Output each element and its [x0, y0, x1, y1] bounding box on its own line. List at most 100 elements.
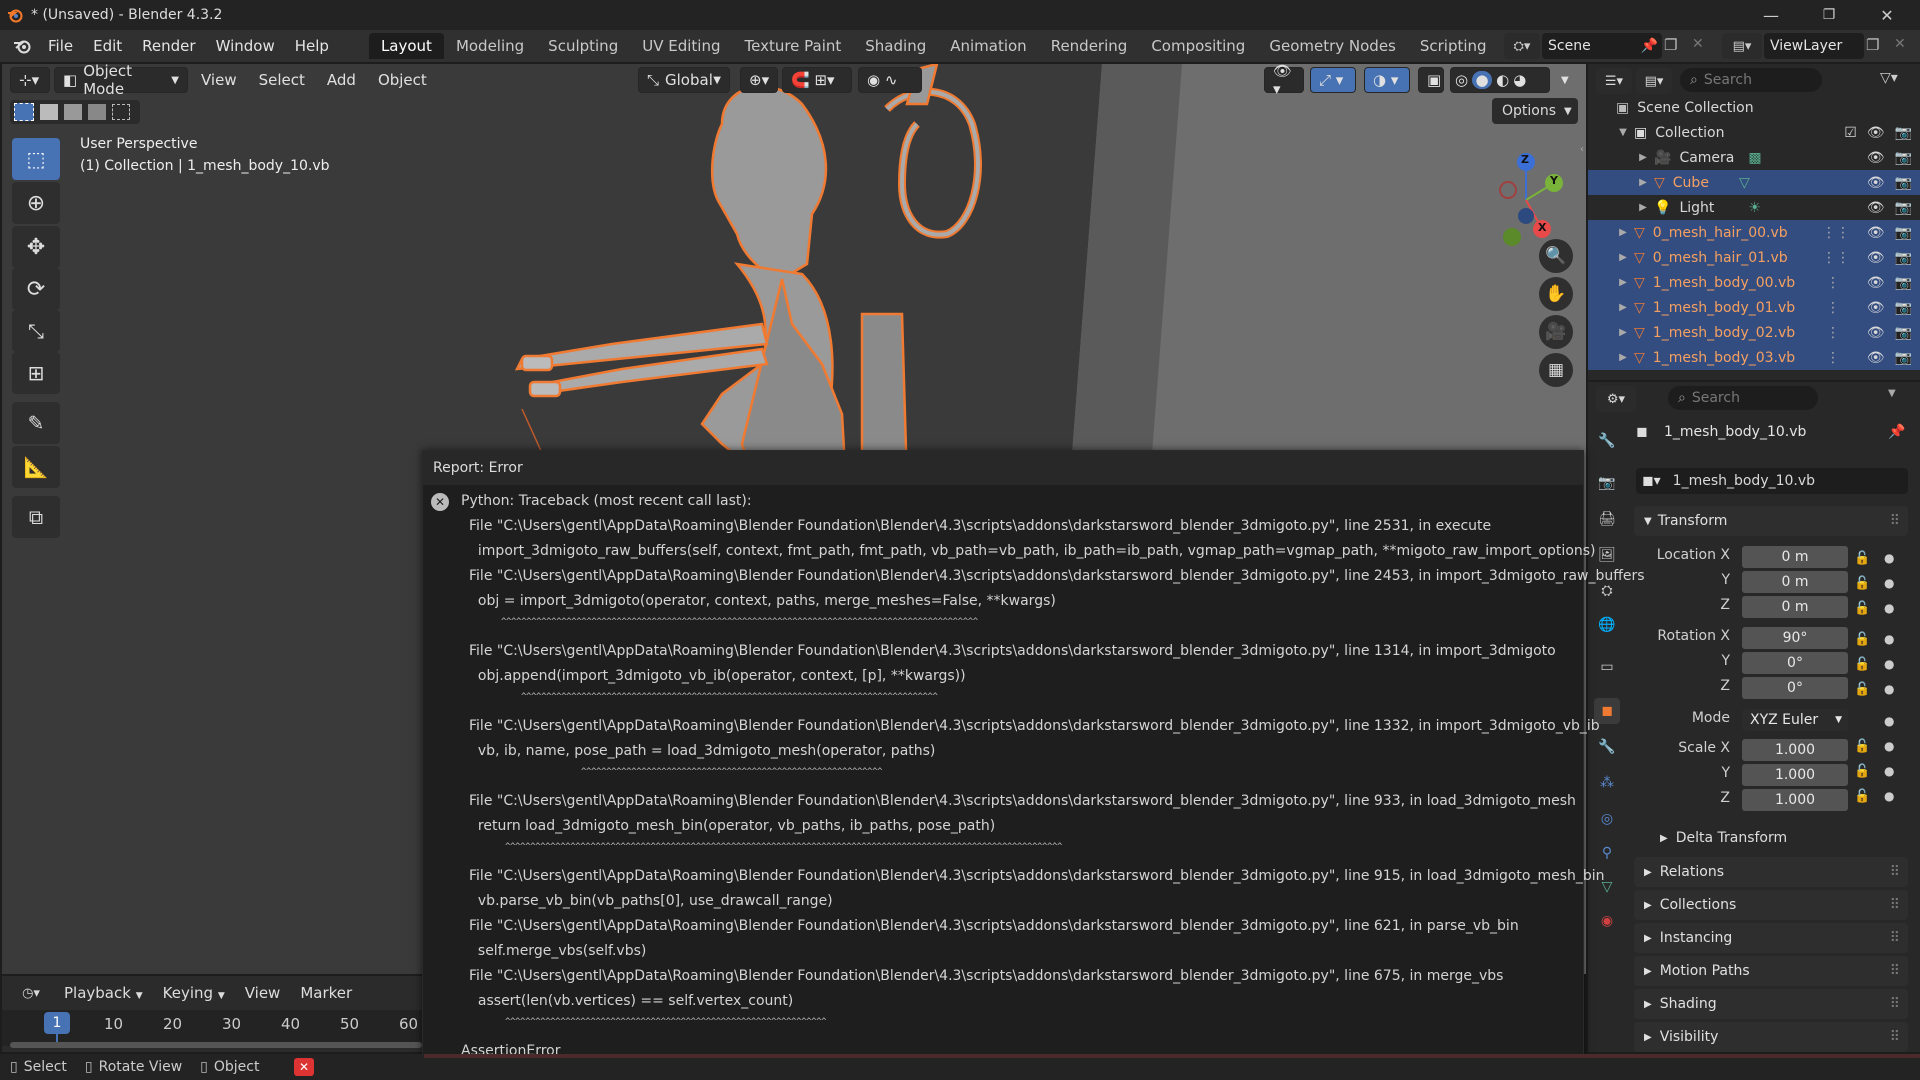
- eye-icon[interactable]: 👁: [1867, 350, 1885, 366]
- gizmo-neg-z[interactable]: [1518, 208, 1534, 224]
- vertex-group-icon[interactable]: ⋮: [1826, 300, 1840, 316]
- properties-editor-type-button[interactable]: ⚙▾: [1596, 386, 1636, 412]
- scale-y-field[interactable]: 1.000: [1742, 764, 1848, 786]
- collections-panel-header[interactable]: ▶ Collections ⠿: [1634, 890, 1908, 920]
- outliner-row-hair-00[interactable]: ▶ ▽ 0_mesh_hair_00.vb ⋮⋮ 👁 📷: [1588, 220, 1920, 245]
- lock-icon[interactable]: 🔓: [1854, 652, 1870, 677]
- shading-panel-header[interactable]: ▶ Shading ⠿: [1634, 989, 1908, 1019]
- filter-icon[interactable]: ▽▾: [1880, 70, 1898, 86]
- lock-icon[interactable]: 🔓: [1854, 627, 1870, 652]
- pin-icon[interactable]: 📌: [1641, 38, 1658, 54]
- drag-handle-icon[interactable]: ⠿: [1890, 930, 1900, 946]
- tab-shading[interactable]: Shading: [853, 33, 938, 59]
- outliner-row-cube[interactable]: ▶ ▽ Cube ▽ 👁 📷: [1588, 170, 1920, 195]
- viewport-menu-view[interactable]: View: [192, 67, 246, 93]
- tab-modeling[interactable]: Modeling: [444, 33, 536, 59]
- delta-transform-subpanel[interactable]: ▶ Delta Transform: [1660, 830, 1787, 846]
- scale-tool[interactable]: ⤡: [12, 310, 60, 352]
- pin-icon[interactable]: 📌: [1888, 424, 1905, 440]
- motion-paths-panel-header[interactable]: ▶ Motion Paths ⠿: [1634, 956, 1908, 986]
- material-shading-icon[interactable]: ◐: [1496, 71, 1509, 89]
- view-layer-tab[interactable]: 🖼: [1594, 542, 1620, 568]
- keyframe-dot-icon[interactable]: ●: [1884, 571, 1894, 596]
- rotation-x-field[interactable]: 90°: [1742, 627, 1848, 649]
- keyframe-dot-icon[interactable]: ●: [1884, 709, 1894, 734]
- relations-panel-header[interactable]: ▶ Relations ⠿: [1634, 857, 1908, 887]
- gizmo-neg-y[interactable]: [1503, 228, 1521, 246]
- lock-icon[interactable]: 🔓: [1854, 784, 1870, 809]
- scene-name-field[interactable]: Scene 📌: [1542, 33, 1662, 59]
- visibility-filter-button[interactable]: 👁▾: [1264, 64, 1304, 98]
- lock-icon[interactable]: 🔓: [1854, 734, 1870, 759]
- tab-compositing[interactable]: Compositing: [1139, 33, 1257, 59]
- camera-view-button[interactable]: 🎥: [1539, 315, 1573, 349]
- tab-layout[interactable]: Layout: [368, 33, 444, 59]
- instancing-panel-header[interactable]: ▶ Instancing ⠿: [1634, 923, 1908, 953]
- outliner-search-input[interactable]: ⌕ Search: [1680, 68, 1822, 92]
- constraints-tab[interactable]: ⚲: [1594, 840, 1620, 866]
- visibility-panel-header[interactable]: ▶ Visibility ⠿: [1634, 1022, 1908, 1052]
- delete-view-layer-icon[interactable]: ✕: [1894, 36, 1914, 52]
- location-x-field[interactable]: 0 m: [1742, 546, 1848, 568]
- rendered-shading-icon[interactable]: ◕: [1513, 71, 1526, 89]
- timeline-editor-type-button[interactable]: ◷▾: [10, 980, 52, 1006]
- blender-menu-icon[interactable]: [12, 38, 32, 54]
- drag-handle-icon[interactable]: ⠿: [1890, 897, 1900, 913]
- eye-icon[interactable]: 👁: [1867, 275, 1885, 291]
- outliner-row-body-02[interactable]: ▶ ▽ 1_mesh_body_02.vb ⋮ 👁 📷: [1588, 320, 1920, 345]
- keyframe-dot-icon[interactable]: ●: [1884, 677, 1894, 702]
- view-layer-name-field[interactable]: ViewLayer: [1764, 33, 1864, 59]
- tab-uv-editing[interactable]: UV Editing: [630, 33, 732, 59]
- scale-x-field[interactable]: 1.000: [1742, 739, 1848, 761]
- tab-rendering[interactable]: Rendering: [1039, 33, 1140, 59]
- rotation-z-field[interactable]: 0°: [1742, 677, 1848, 699]
- delete-scene-icon[interactable]: ✕: [1692, 36, 1712, 56]
- timeline-menu-marker[interactable]: Marker: [300, 984, 352, 1002]
- annotate-tool[interactable]: ✎: [12, 402, 60, 444]
- menu-render[interactable]: Render: [132, 33, 205, 59]
- pan-button[interactable]: ✋: [1539, 277, 1573, 311]
- expand-arrow-icon[interactable]: ▶: [1616, 327, 1630, 338]
- expand-arrow-icon[interactable]: ▶: [1616, 302, 1630, 313]
- eye-icon[interactable]: 👁: [1867, 325, 1885, 341]
- snapping-button[interactable]: 🧲 ⊞▾: [782, 67, 852, 93]
- camera-data-icon[interactable]: ▩: [1748, 150, 1761, 166]
- scale-z-field[interactable]: 1.000: [1742, 789, 1848, 811]
- camera-render-icon[interactable]: 📷: [1895, 200, 1912, 216]
- scene-selector-button[interactable]: ⛭▾: [1504, 33, 1540, 59]
- eye-icon[interactable]: 👁: [1867, 300, 1885, 316]
- outliner-row-light[interactable]: ▶ 💡 Light ☀ 👁 📷: [1588, 195, 1920, 220]
- camera-render-icon[interactable]: 📷: [1895, 125, 1912, 141]
- mesh-data-icon[interactable]: ▽: [1739, 175, 1750, 191]
- minimize-button[interactable]: —: [1746, 0, 1796, 30]
- eye-icon[interactable]: 👁: [1867, 200, 1885, 216]
- keyframe-dot-icon[interactable]: ●: [1884, 759, 1894, 784]
- world-tab[interactable]: 🌐: [1594, 612, 1620, 638]
- location-y-field[interactable]: 0 m: [1742, 571, 1848, 593]
- overlay-toggle-button[interactable]: ◑ ▾: [1364, 67, 1410, 93]
- drag-handle-icon[interactable]: ⠿: [1890, 513, 1900, 529]
- keyframe-dot-icon[interactable]: ●: [1884, 784, 1894, 809]
- expand-arrow-icon[interactable]: ▶: [1616, 277, 1630, 288]
- tab-animation[interactable]: Animation: [938, 33, 1038, 59]
- select-box-tool[interactable]: ⬚: [12, 138, 60, 180]
- move-tool[interactable]: ✥: [12, 226, 60, 268]
- new-view-layer-icon[interactable]: ❐: [1866, 36, 1886, 54]
- viewport-menu-select[interactable]: Select: [250, 67, 314, 93]
- select-invert-icon[interactable]: [88, 104, 106, 120]
- shading-options-button[interactable]: ▼: [1552, 67, 1578, 93]
- lock-icon[interactable]: 🔓: [1854, 571, 1870, 596]
- outliner-row-camera[interactable]: ▶ 🎥 Camera ▩ 👁 📷: [1588, 145, 1920, 170]
- viewport-menu-object[interactable]: Object: [369, 67, 436, 93]
- keyframe-dot-icon[interactable]: ●: [1884, 627, 1894, 652]
- drag-handle-icon[interactable]: ⠿: [1890, 1029, 1900, 1045]
- view-layer-selector-button[interactable]: ▤▾: [1722, 33, 1762, 59]
- render-tab[interactable]: 📷: [1594, 470, 1620, 496]
- timeline-menu-view[interactable]: View: [245, 984, 281, 1002]
- vertex-group-icon[interactable]: ⋮⋮: [1822, 250, 1850, 266]
- expand-arrow-icon[interactable]: ▶: [1636, 152, 1650, 163]
- xray-toggle-button[interactable]: ▣: [1418, 67, 1444, 93]
- select-new-icon[interactable]: [14, 103, 34, 121]
- keyframe-dot-icon[interactable]: ●: [1884, 546, 1894, 571]
- add-cube-tool[interactable]: ⧉: [12, 496, 60, 538]
